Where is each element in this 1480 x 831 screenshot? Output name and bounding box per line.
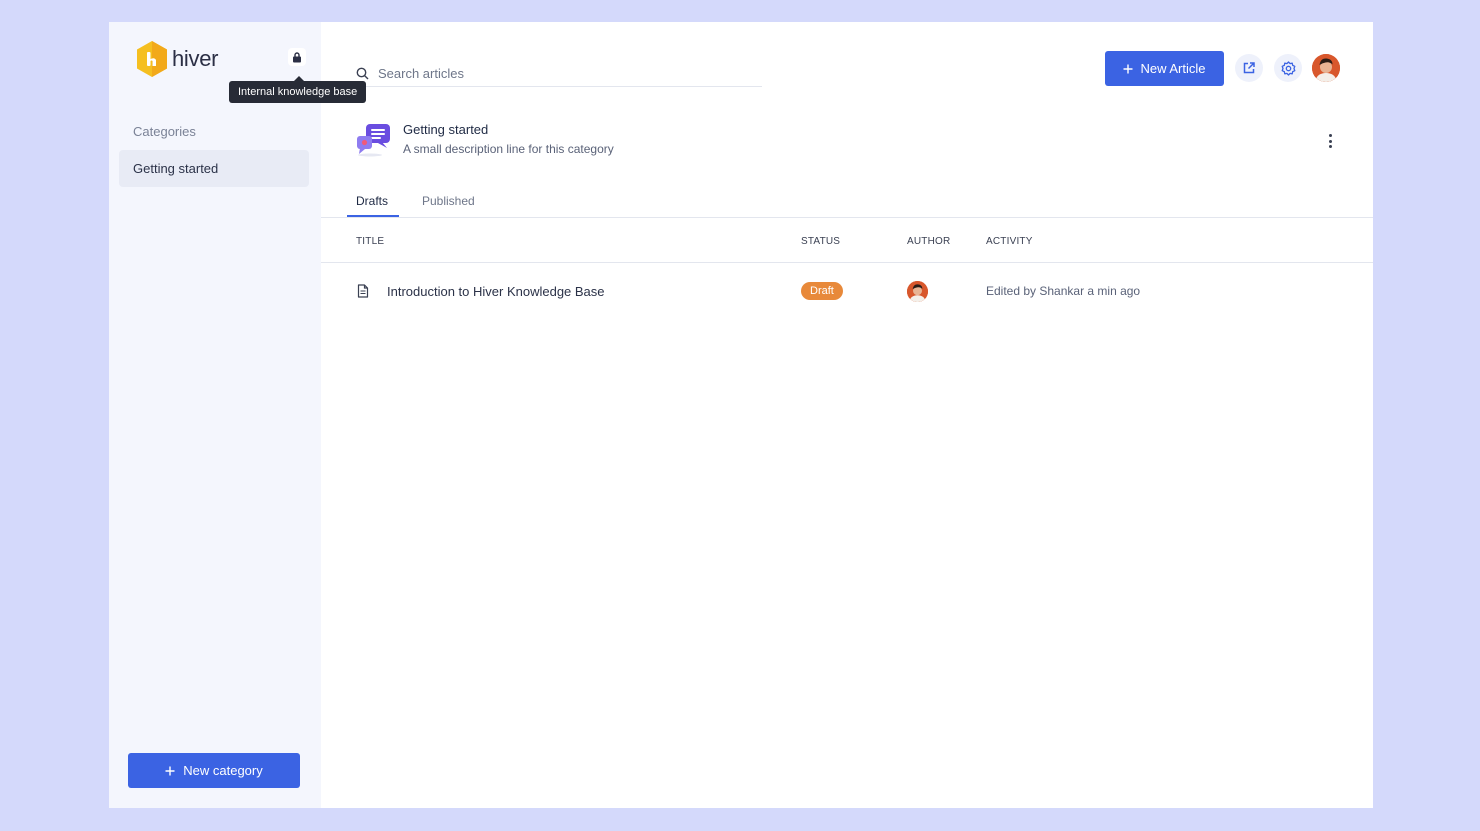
status-badge: Draft — [801, 282, 843, 300]
sidebar-item-label: Getting started — [133, 161, 219, 176]
table-header: TITLE STATUS AUTHOR ACTIVITY — [321, 218, 1373, 263]
more-vertical-icon-dot — [1328, 139, 1332, 143]
new-article-label: New Article — [1140, 61, 1206, 76]
open-external-button[interactable] — [1235, 54, 1263, 82]
logo[interactable]: hiver — [135, 40, 218, 78]
gear-icon — [1281, 60, 1295, 76]
tab-drafts[interactable]: Drafts — [356, 194, 388, 208]
tab-bar: Drafts Published — [321, 190, 1373, 218]
lock-tooltip: Internal knowledge base — [229, 76, 367, 103]
new-category-button[interactable]: New category — [128, 753, 300, 788]
more-vertical-icon-dot — [1328, 134, 1332, 137]
user-avatar[interactable] — [1312, 54, 1340, 82]
active-tab-indicator — [347, 215, 399, 217]
lock-icon — [293, 51, 301, 62]
article-title-link[interactable]: Introduction to Hiver Knowledge Base — [387, 284, 605, 299]
activity-text: Edited by Shankar a min ago — [986, 284, 1141, 298]
hiver-logo-icon — [137, 41, 167, 77]
sidebar-item-getting-started[interactable]: Getting started — [119, 150, 309, 187]
author-avatar-image — [907, 281, 928, 302]
lock-button[interactable] — [288, 48, 306, 66]
search-placeholder: Search articles — [378, 65, 464, 81]
categories-heading: Categories — [133, 124, 196, 139]
new-article-button[interactable]: New Article — [1105, 51, 1224, 86]
search-icon — [356, 67, 369, 79]
plus-icon — [1123, 64, 1133, 73]
document-icon — [357, 284, 369, 298]
more-vertical-icon-dot — [1328, 145, 1332, 148]
table-row[interactable]: Introduction to Hiver Knowledge Base Dra… — [321, 263, 1373, 319]
category-chat-icon — [357, 124, 390, 157]
external-link-icon — [1243, 62, 1255, 74]
column-header-activity[interactable]: ACTIVITY — [986, 236, 1033, 247]
category-title: Getting started — [403, 122, 489, 137]
avatar-image — [1312, 54, 1340, 82]
sidebar: hiver Internal knowledge base Categories… — [109, 22, 367, 808]
settings-button[interactable] — [1274, 54, 1302, 82]
category-description: A small description line for this catego… — [403, 142, 614, 156]
column-header-status[interactable]: STATUS — [801, 236, 840, 247]
tab-published[interactable]: Published — [422, 194, 475, 208]
plus-icon — [165, 766, 175, 775]
logo-text: hiver — [172, 46, 219, 71]
search-input[interactable]: Search articles — [356, 60, 762, 87]
new-category-label: New category — [183, 763, 263, 778]
column-header-title[interactable]: TITLE — [356, 236, 384, 247]
more-options-button[interactable] — [1325, 132, 1335, 150]
app-window: hiver Internal knowledge base Categories… — [109, 22, 1373, 808]
main-panel: Search articles New Article Getting star… — [321, 22, 1373, 808]
column-header-author[interactable]: AUTHOR — [907, 236, 950, 247]
author-avatar — [907, 281, 928, 302]
